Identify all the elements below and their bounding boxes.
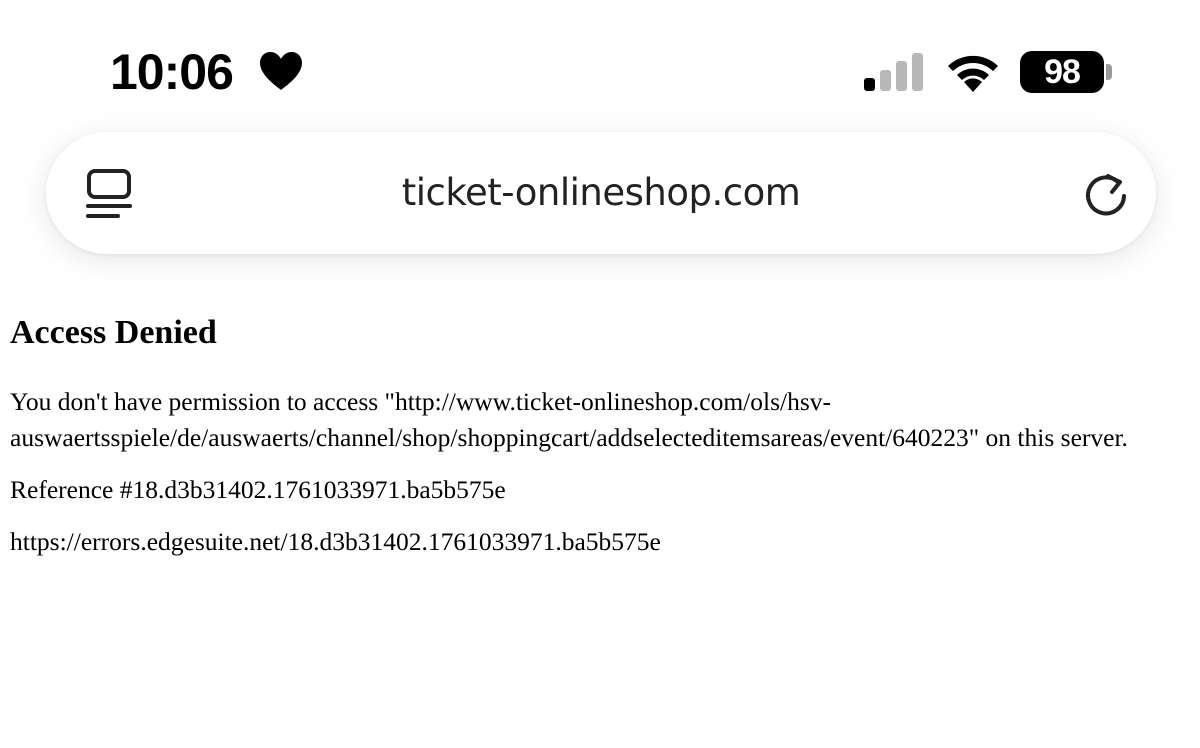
page-content: Access Denied You don't have permission … — [10, 310, 1190, 576]
address-url[interactable]: ticket-onlineshop.com — [46, 170, 1156, 216]
error-message: You don't have permission to access "htt… — [10, 387, 1128, 452]
error-url: https://errors.edgesuite.net/18.d3b31402… — [10, 527, 661, 556]
wifi-icon — [948, 55, 998, 92]
reference-id: Reference #18.d3b31402.1761033971.ba5b57… — [10, 475, 506, 504]
heart-icon — [260, 52, 302, 90]
battery-nub — [1106, 64, 1112, 80]
page-title: Access Denied — [10, 314, 217, 351]
status-bar: 10:06 98 — [0, 0, 1200, 130]
battery-indicator: 98 — [1020, 51, 1112, 93]
cellular-signal-icon — [864, 53, 923, 91]
reload-icon[interactable] — [1082, 172, 1130, 220]
address-bar[interactable]: ticket-onlineshop.com — [46, 132, 1156, 254]
battery-level: 98 — [1044, 53, 1081, 91]
status-time: 10:06 — [110, 44, 234, 100]
